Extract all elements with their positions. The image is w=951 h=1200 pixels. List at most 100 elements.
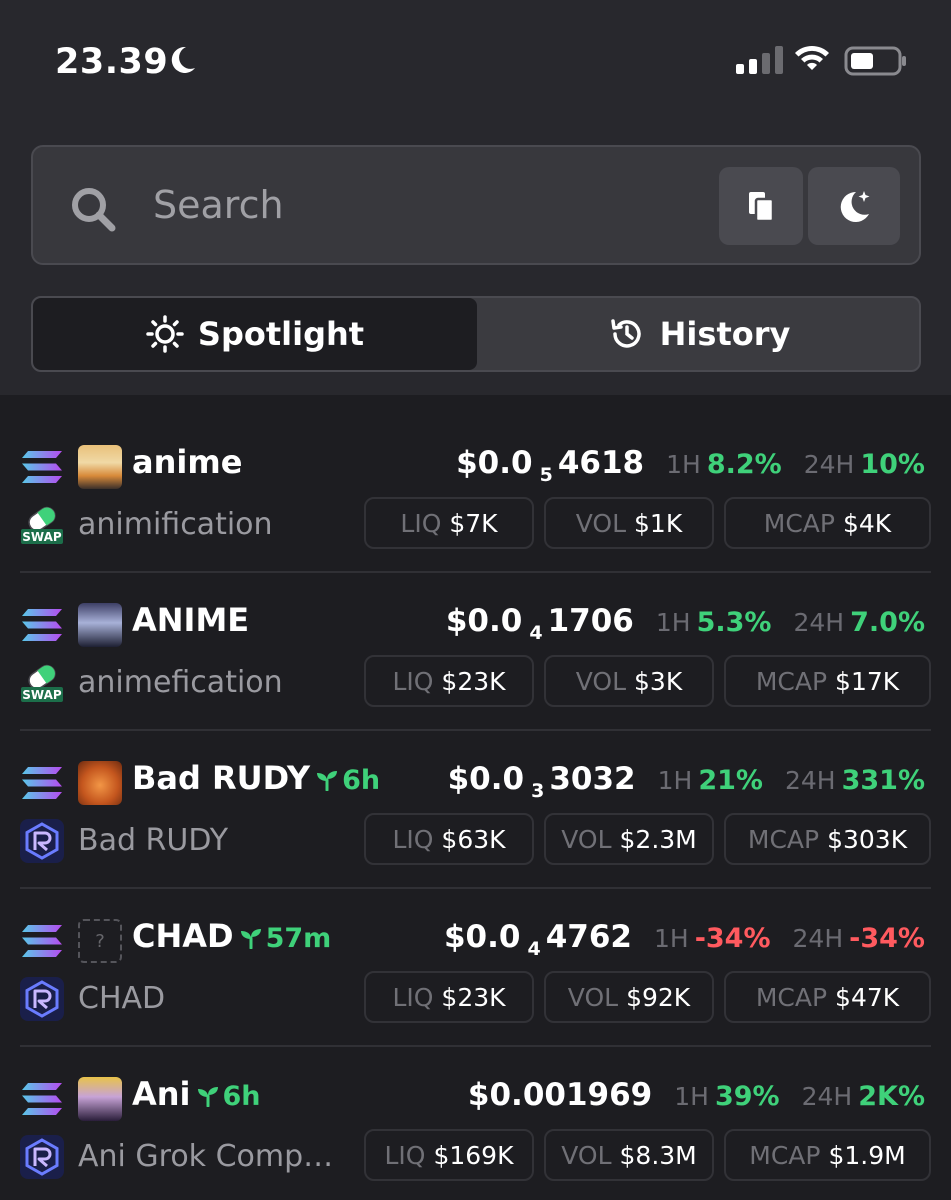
volume-value: $8.3M (619, 1140, 697, 1170)
token-avatar (78, 761, 122, 805)
battery-icon (844, 46, 906, 76)
liquidity-value: $23K (441, 666, 506, 696)
market-cap-stat: MCAP $17K (724, 655, 931, 707)
token-symbol-text: Bad RUDY (132, 759, 311, 797)
theme-toggle-button[interactable] (808, 167, 900, 245)
paste-button[interactable] (719, 167, 803, 245)
volume-value: $92K (626, 982, 691, 1012)
volume-label: VOL (561, 1140, 612, 1170)
history-icon (610, 319, 641, 348)
volume-stat: VOL $3K (544, 655, 714, 707)
solana-icon (22, 1083, 62, 1115)
token-symbol-text: Ani (132, 1075, 191, 1113)
swap-icon: SWAP (21, 506, 63, 544)
wifi-icon (795, 45, 829, 70)
moon-star-icon (840, 191, 870, 222)
market-cap-stat: MCAP $1.9M (724, 1129, 931, 1181)
tab-history-label: History (659, 315, 791, 353)
change-24h-value: 7.0% (850, 607, 925, 638)
price-digits: 4762 (545, 919, 632, 955)
token-age: 57m (240, 923, 332, 954)
status-time: 23.39 (55, 42, 169, 82)
price-value: $0.001969 (467, 1077, 653, 1113)
liquidity-stat: LIQ $63K (364, 813, 534, 865)
liquidity-label: LIQ (400, 508, 442, 538)
token-price-line: $0.0 5 4618 1H 8.2% 24H 10% (456, 445, 925, 486)
price-digits: 3032 (549, 761, 636, 797)
token-avatar (78, 1077, 122, 1121)
raydium-icon (20, 977, 64, 1021)
token-price: $0.0 4 4762 (444, 919, 632, 960)
market-cap-label: MCAP (755, 982, 828, 1012)
token-price-line: $0.0 3 3032 1H 21% 24H 331% (448, 761, 925, 802)
liquidity-stat: LIQ $7K (364, 497, 534, 549)
token-name: Bad RUDY (78, 823, 229, 858)
volume-label: VOL (567, 982, 619, 1012)
market-cap-value: $47K (835, 982, 900, 1012)
token-symbol: Ani 6h (132, 1075, 261, 1113)
token-symbol-text: ANIME (132, 601, 250, 639)
token-symbol: Bad RUDY 6h (132, 759, 380, 797)
token-price: $0.0 3 3032 (448, 761, 636, 802)
token-symbol: ANIME (132, 601, 249, 639)
token-symbol-text: CHAD (132, 917, 234, 955)
market-cap-label: MCAP (763, 508, 835, 538)
volume-label: VOL (575, 666, 627, 696)
token-row[interactable]: ANIME $0.0 4 1706 1H 5.3% 24H 7.0% SWAP an… (0, 573, 951, 731)
volume-label: VOL (575, 508, 627, 538)
market-cap-value: $303K (827, 824, 908, 854)
volume-stat: VOL $92K (544, 971, 714, 1023)
sprout-icon (317, 771, 338, 792)
change-1h-label: 1H (655, 608, 691, 637)
market-cap-value: $1.9M (828, 1140, 906, 1170)
tab-history[interactable]: History (477, 298, 919, 370)
tab-spotlight[interactable]: Spotlight (33, 298, 477, 370)
change-24h-value: 10% (860, 449, 925, 480)
moon-icon (171, 46, 195, 73)
top-panel: 23.39 Search Spotlight History (0, 0, 951, 395)
token-row[interactable]: Bad RUDY 6h $0.0 3 3032 1H 21% 24H 331% Ba… (0, 731, 951, 889)
volume-value: $2.3M (619, 824, 697, 854)
token-symbol: CHAD 57m (132, 917, 331, 955)
token-avatar-placeholder: ? (78, 919, 122, 963)
token-row[interactable]: Ani 6h $0.001969 1H 39% 24H 2K% Ani Grok… (0, 1047, 951, 1200)
change-24h-label: 24H (801, 1082, 853, 1111)
market-cap-label: MCAP (747, 824, 820, 854)
tab-bar: Spotlight History (31, 296, 921, 372)
token-name: Ani Grok Compa... (78, 1139, 348, 1174)
change-1h-value: 39% (714, 1081, 780, 1112)
svg-text:SWAP: SWAP (22, 530, 62, 544)
change-24h-value: 2K% (858, 1081, 925, 1112)
token-age-value: 57m (265, 923, 332, 954)
token-name: animefication (78, 665, 283, 700)
token-price-line: $0.0 4 1706 1H 5.3% 24H 7.0% (446, 603, 925, 644)
search-input[interactable] (153, 177, 703, 233)
price-prefix: $0.0 (443, 919, 521, 955)
change-1h-value: 5.3% (696, 607, 772, 638)
solana-icon (22, 767, 62, 799)
volume-value: $1K (634, 508, 683, 538)
paste-icon (749, 192, 775, 223)
search-bar[interactable] (31, 145, 921, 265)
token-row[interactable]: anime $0.0 5 4618 1H 8.2% 24H 10% SWAP ani… (0, 415, 951, 573)
token-price-line: $0.0 4 4762 1H -34% 24H -34% (444, 919, 925, 960)
token-avatar (78, 445, 122, 489)
liquidity-stat: LIQ $23K (364, 655, 534, 707)
volume-stat: VOL $8.3M (544, 1129, 714, 1181)
price-prefix: $0.0 (445, 603, 523, 639)
liquidity-label: LIQ (384, 1140, 426, 1170)
liquidity-stat: LIQ $169K (364, 1129, 534, 1181)
price-zero-count: 4 (527, 938, 541, 960)
raydium-icon (20, 819, 64, 863)
liquidity-label: LIQ (392, 982, 434, 1012)
token-symbol-text: anime (132, 443, 243, 481)
liquidity-label: LIQ (392, 824, 434, 854)
liquidity-value: $7K (449, 508, 498, 538)
token-age: 6h (316, 765, 380, 796)
change-24h-value: 331% (841, 765, 925, 796)
token-price-line: $0.001969 1H 39% 24H 2K% (468, 1077, 925, 1113)
change-1h-value: -34% (694, 923, 771, 954)
market-cap-stat: MCAP $47K (724, 971, 931, 1023)
token-row[interactable]: ? CHAD 57m $0.0 4 4762 1H -34% 24H -34% CH… (0, 889, 951, 1047)
liquidity-value: $169K (433, 1140, 514, 1170)
